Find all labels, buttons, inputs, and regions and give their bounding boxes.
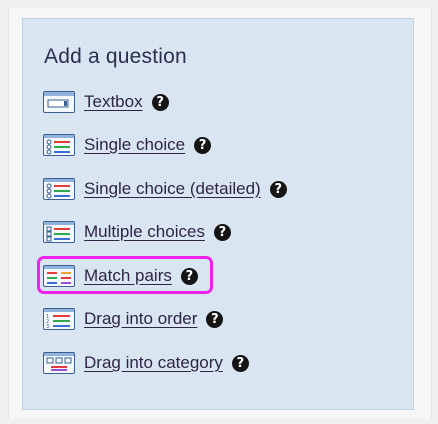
help-icon[interactable]: ? xyxy=(194,136,212,154)
question-type-label[interactable]: Match pairs xyxy=(84,266,172,286)
question-type-match-pairs[interactable]: Match pairs ? xyxy=(43,260,373,292)
question-type-multiple-choices[interactable]: Multiple choices ? xyxy=(43,216,373,248)
match-pairs-icon xyxy=(43,265,75,287)
single-choice-icon xyxy=(43,134,75,156)
question-type-label[interactable]: Multiple choices xyxy=(84,222,205,242)
panel-title: Add a question xyxy=(44,45,187,68)
drag-into-order-icon: 1 2 3 xyxy=(43,308,75,330)
question-type-single-choice-detailed[interactable]: Single choice (detailed) ? xyxy=(43,173,373,205)
help-icon[interactable]: ? xyxy=(231,354,249,372)
question-type-label[interactable]: Single choice xyxy=(84,135,185,155)
question-type-label[interactable]: Drag into category xyxy=(84,353,223,373)
question-type-label[interactable]: Drag into order xyxy=(84,309,197,329)
help-icon[interactable]: ? xyxy=(213,223,231,241)
drag-into-category-icon xyxy=(43,352,75,374)
help-icon[interactable]: ? xyxy=(206,310,224,328)
help-icon[interactable]: ? xyxy=(269,180,287,198)
question-type-drag-into-category[interactable]: Drag into category ? xyxy=(43,347,373,379)
question-type-drag-into-order[interactable]: 1 2 3 Drag into order ? xyxy=(43,303,373,335)
add-question-panel: Add a question Textbox ? Single choice ?… xyxy=(22,18,414,410)
question-type-label[interactable]: Textbox xyxy=(84,92,143,112)
help-icon[interactable]: ? xyxy=(151,93,169,111)
multiple-choices-icon xyxy=(43,221,75,243)
single-choice-detailed-icon xyxy=(43,178,75,200)
svg-text:3: 3 xyxy=(46,324,49,329)
question-type-textbox[interactable]: Textbox ? xyxy=(43,86,373,118)
question-type-single-choice[interactable]: Single choice ? xyxy=(43,129,373,161)
question-type-label[interactable]: Single choice (detailed) xyxy=(84,179,261,199)
help-icon[interactable]: ? xyxy=(180,267,198,285)
textbox-icon xyxy=(43,91,75,113)
